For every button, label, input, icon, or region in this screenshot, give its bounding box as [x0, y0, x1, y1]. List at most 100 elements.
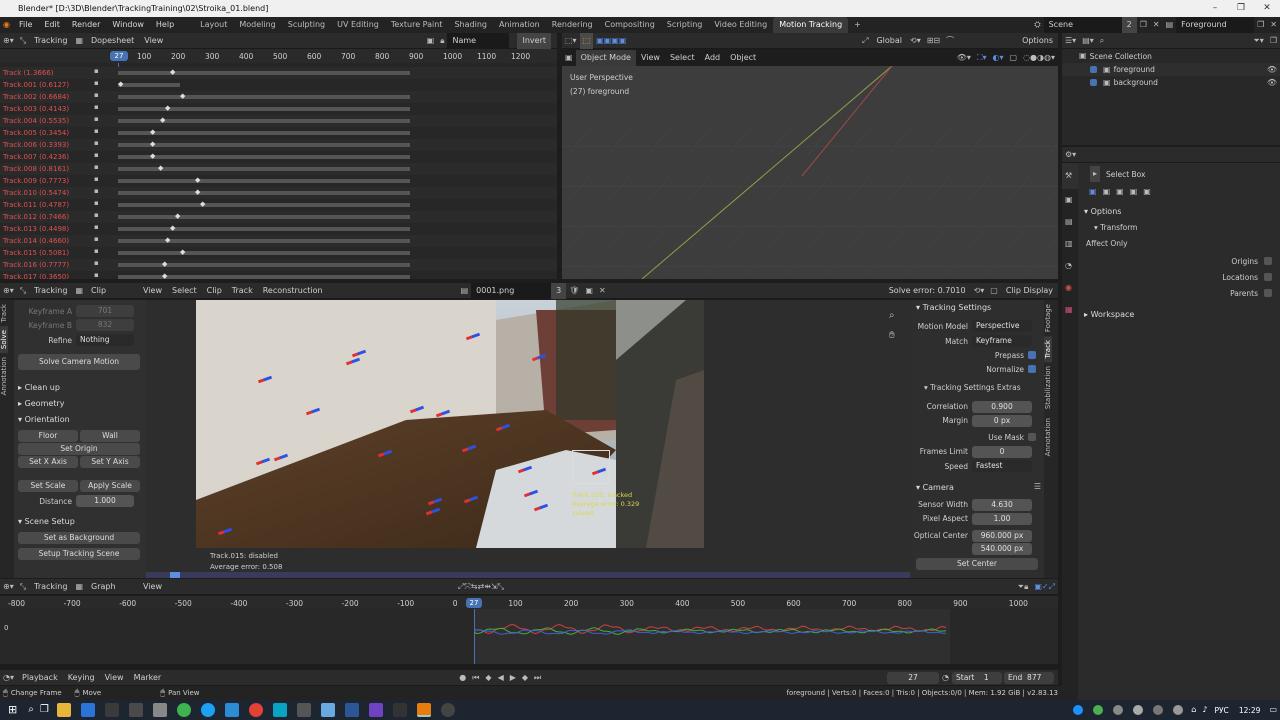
keyframe-marker[interactable]: ◆: [150, 128, 155, 136]
mode-extend-icon[interactable]: ▣: [1100, 184, 1114, 200]
lock-icon[interactable]: ▪: [94, 211, 99, 219]
eye-icon[interactable]: 👁︎: [1264, 75, 1280, 91]
app-icon-4[interactable]: [176, 703, 191, 717]
keyframe-b-field[interactable]: 832: [76, 319, 134, 331]
keyframe-marker[interactable]: ◆: [150, 140, 155, 148]
display-mode-icon[interactable]: ▤▾: [1079, 33, 1097, 49]
clip-menu-select[interactable]: Select: [167, 283, 202, 299]
menu-file[interactable]: File: [13, 17, 38, 33]
keyframe-marker[interactable]: ◆: [160, 116, 165, 124]
lock-icon[interactable]: ▪: [94, 115, 99, 123]
properties-editor-icon[interactable]: ⚙▾: [1062, 147, 1079, 163]
dopesheet-current-frame[interactable]: 27: [110, 51, 128, 61]
app-icon-6[interactable]: [224, 703, 239, 717]
dopesheet-track-row[interactable]: Track.005 (0.3454) ▪ ◆: [0, 127, 557, 139]
dopesheet-mode-select[interactable]: Tracking: [29, 33, 72, 49]
menu-help[interactable]: Help: [150, 17, 180, 33]
orientation-panel-header[interactable]: ▾ Orientation: [14, 412, 146, 428]
workspace-panel-header[interactable]: ▸ Workspace: [1078, 305, 1280, 323]
tray-icon-3[interactable]: [1113, 705, 1124, 715]
viewport-menu-select[interactable]: Select: [665, 50, 700, 66]
tab-texture-paint[interactable]: Texture Paint: [385, 17, 449, 33]
lock-icon[interactable]: ▪: [94, 187, 99, 195]
keyframe-marker[interactable]: ◆: [150, 152, 155, 160]
wall-button[interactable]: Wall: [80, 430, 140, 442]
exclude-checkbox[interactable]: [1090, 79, 1097, 86]
keyframe-marker[interactable]: ◆: [200, 200, 205, 208]
menu-edit[interactable]: Edit: [38, 17, 66, 33]
lock-icon[interactable]: ▪: [94, 175, 99, 183]
use-mask-row[interactable]: Use Mask: [910, 430, 1044, 444]
chrome-icon[interactable]: [248, 703, 263, 717]
dopesheet-track-row[interactable]: Track.009 (0.7773) ▪ ◆: [0, 175, 557, 187]
keyframe-marker[interactable]: ◆: [195, 188, 200, 196]
setup-tracking-scene-button[interactable]: Setup Tracking Scene: [18, 548, 140, 560]
app-icon-12[interactable]: [440, 703, 455, 717]
keyframe-b-row[interactable]: Keyframe B 832: [14, 318, 146, 332]
snap-icon[interactable]: ⊞⊟: [924, 33, 943, 49]
clip-name-field[interactable]: 0001.png: [471, 282, 552, 299]
sort-select[interactable]: Name: [447, 32, 510, 49]
set-origin-button[interactable]: Set Origin: [18, 443, 140, 455]
close-icon[interactable]: ✕: [1254, 0, 1280, 17]
graph-current-frame[interactable]: 27: [466, 598, 482, 608]
dopesheet-view-select[interactable]: Dopesheet: [86, 33, 139, 49]
timeline-editor-icon[interactable]: ◔▾: [0, 670, 17, 686]
tab-modeling[interactable]: Modeling: [233, 17, 281, 33]
keyframe-marker[interactable]: ◆: [180, 248, 185, 256]
refine-row[interactable]: Refine Nothing: [14, 332, 146, 348]
clip-display-menu[interactable]: Clip Display: [1001, 283, 1058, 299]
clip-menu-reconstruction[interactable]: Reconstruction: [258, 283, 328, 299]
tray-icon-6[interactable]: [1173, 705, 1184, 715]
vtab-track[interactable]: Track: [0, 300, 8, 326]
taskbar-search-icon[interactable]: ⌕: [25, 702, 37, 718]
dopesheet-track-row[interactable]: Track.010 (0.5474) ▪ ◆: [0, 187, 557, 199]
app-icon-3[interactable]: [152, 703, 167, 717]
editor-type-icon[interactable]: ⊕▾: [0, 33, 17, 49]
timeline-menu-view[interactable]: View: [100, 670, 129, 686]
word-icon[interactable]: [344, 703, 359, 717]
solve-camera-motion-button[interactable]: Solve Camera Motion: [18, 354, 140, 370]
tab-animation[interactable]: Animation: [493, 17, 546, 33]
keyframe-marker[interactable]: ◆: [175, 212, 180, 220]
minimize-icon[interactable]: –: [1202, 0, 1228, 17]
tab-shading[interactable]: Shading: [448, 17, 493, 33]
tab-motion-tracking[interactable]: Motion Tracking: [773, 17, 849, 33]
clip-menu-track[interactable]: Track: [227, 283, 258, 299]
view-layer-tab-icon[interactable]: ▥: [1062, 233, 1078, 255]
origins-row[interactable]: Origins: [1078, 253, 1280, 269]
dopesheet-track-row[interactable]: Track.017 (0.3650) ▪ ◆: [0, 271, 557, 279]
app-icon-8[interactable]: [296, 703, 311, 717]
tab-sculpting[interactable]: Sculpting: [282, 17, 331, 33]
jump-start-icon[interactable]: ⏮: [469, 670, 482, 686]
lock-icon[interactable]: ▪: [94, 259, 99, 267]
speed-row[interactable]: Speed Fastest: [910, 459, 1044, 473]
jump-end-icon[interactable]: ⏭: [531, 670, 544, 686]
preview-range-icon[interactable]: ◔: [939, 670, 952, 686]
lock-icon[interactable]: ▪: [94, 199, 99, 207]
keyframe-marker[interactable]: ◆: [162, 260, 167, 268]
scene-setup-panel-header[interactable]: ▾ Scene Setup: [14, 514, 146, 530]
correlation-field[interactable]: 0.900: [972, 400, 1032, 413]
options-panel-header[interactable]: ▾ Options: [1078, 203, 1280, 219]
tracking-settings-header[interactable]: ▾ Tracking Settings: [910, 301, 1044, 315]
current-frame-field[interactable]: 27: [887, 671, 940, 684]
active-tool-row[interactable]: ▸ Select Box: [1078, 163, 1280, 185]
tray-icon-5[interactable]: [1153, 705, 1164, 715]
sensor-width-row[interactable]: Sensor Width 4.630: [910, 498, 1044, 511]
prepass-checkbox[interactable]: [1028, 351, 1036, 359]
normalize-row[interactable]: Normalize: [910, 362, 1044, 376]
viewport-menu-object[interactable]: Object: [725, 50, 761, 66]
graph-body[interactable]: -800 -700 -600 -500 -400 -300 -200 -100 0 100 200 3…: [0, 596, 1058, 664]
volume-icon[interactable]: ♪: [1199, 702, 1210, 718]
viewport-options-menu[interactable]: Options: [1017, 33, 1058, 49]
tray-icon-4[interactable]: [1133, 705, 1144, 715]
locations-row[interactable]: Locations: [1078, 269, 1280, 285]
prev-keyframe-icon[interactable]: ◆: [482, 670, 494, 686]
proportional-icon[interactable]: ⌒: [943, 33, 957, 49]
mode-intersect-icon[interactable]: ▣: [1140, 184, 1154, 200]
app-icon-9[interactable]: [320, 703, 335, 717]
refine-select[interactable]: Nothing: [76, 334, 134, 346]
graph-view-menu[interactable]: View: [138, 579, 167, 595]
set-as-background-button[interactable]: Set as Background: [18, 532, 140, 544]
